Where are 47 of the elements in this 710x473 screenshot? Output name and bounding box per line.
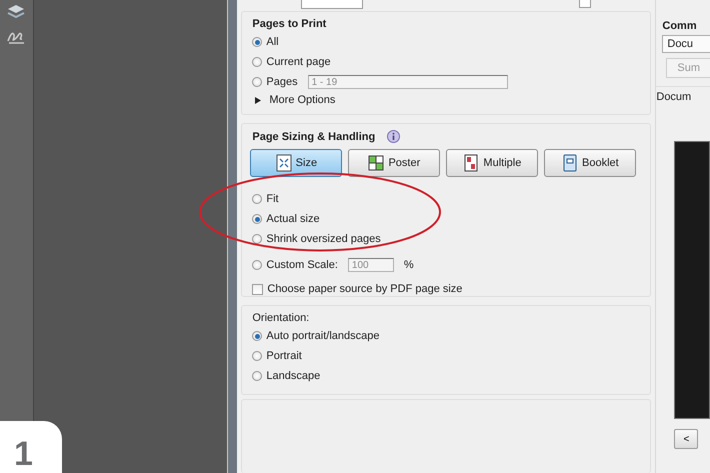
section-title: Page Sizing & Handling (252, 130, 376, 142)
booklet-icon (562, 154, 578, 172)
unit-label: % (404, 259, 414, 271)
radio-button[interactable] (252, 77, 262, 87)
radio-button[interactable] (252, 214, 262, 224)
mode-tab[interactable]: Size (250, 149, 342, 177)
option-label: All (266, 36, 279, 48)
option-label: Custom Scale: (266, 259, 338, 271)
page-resize-icon (276, 154, 292, 172)
option-label: Pages (266, 76, 298, 88)
checkbox[interactable] (579, 0, 592, 8)
option-label: Fit (266, 193, 279, 205)
option-label: Portrait (266, 350, 302, 362)
copies-field[interactable] (301, 0, 364, 9)
mode-tab[interactable]: Multiple (446, 149, 538, 177)
info-icon[interactable] (387, 130, 400, 143)
more-options-link[interactable]: More Options (269, 94, 336, 106)
mode-tab[interactable]: Booklet (544, 149, 636, 177)
option-label: Actual size (266, 213, 320, 225)
radio-button[interactable] (252, 331, 262, 341)
mode-tab[interactable]: Poster (348, 149, 440, 177)
layers-icon[interactable] (7, 4, 26, 20)
document-label: Docum (656, 86, 710, 103)
tiled-pages-icon (368, 154, 384, 172)
multiple-pages-icon (463, 154, 480, 172)
section-title: Orientation: (252, 312, 310, 324)
option-label: Shrink oversized pages (266, 233, 381, 245)
radio-button[interactable] (252, 260, 262, 270)
section-title: Pages to Print (252, 18, 328, 30)
step-number: 1 (0, 421, 62, 473)
radio-button[interactable] (252, 371, 262, 381)
option-label: Current page (266, 56, 331, 68)
radio-button[interactable] (252, 57, 262, 67)
radio-button[interactable] (252, 194, 262, 204)
radio-button[interactable] (252, 234, 262, 244)
scrollbar[interactable] (227, 0, 238, 473)
section-title: Comm (662, 20, 698, 32)
checkbox-label: Choose paper source by PDF page size (267, 283, 462, 295)
checkbox[interactable] (252, 284, 264, 294)
signature-icon[interactable] (7, 30, 26, 44)
radio-button[interactable] (252, 37, 262, 47)
previous-button[interactable]: < (674, 429, 698, 449)
option-label: Auto portrait/landscape (266, 330, 380, 342)
expand-triangle-icon[interactable] (254, 96, 262, 104)
dropdown[interactable]: Docu (662, 35, 710, 53)
radio-button[interactable] (252, 351, 262, 361)
option-label: Landscape (266, 370, 320, 382)
